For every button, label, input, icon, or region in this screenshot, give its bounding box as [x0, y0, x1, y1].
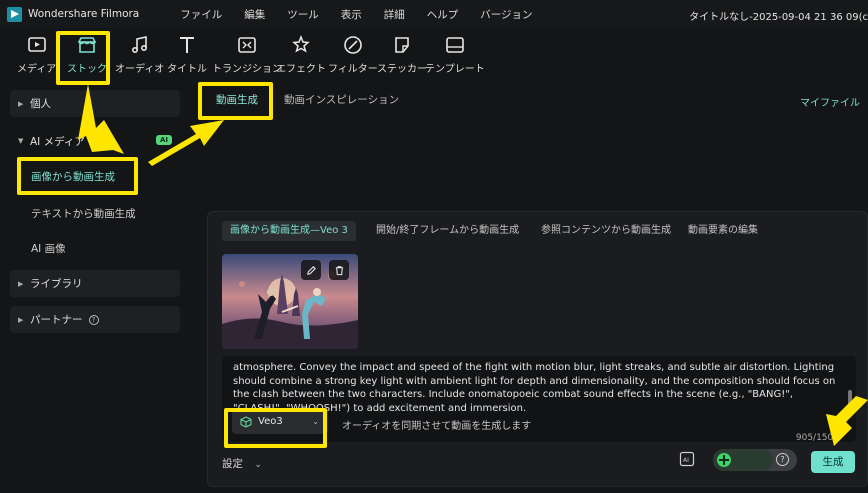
highlight-box-image-to-video	[17, 157, 138, 195]
caret-down-icon: ▼	[18, 137, 24, 145]
sidebar-item-ai-image[interactable]: AI 画像	[31, 241, 66, 256]
highlight-box-model-select	[224, 408, 327, 448]
menu-file[interactable]: ファイル	[169, 7, 233, 22]
sidebar-section-partner[interactable]: ▶ パートナー ?	[10, 306, 180, 333]
toolbar-template-button[interactable]: テンプレート	[425, 34, 485, 75]
sticker-icon	[395, 37, 409, 53]
settings-dropdown[interactable]: 設定 ⌄	[222, 456, 262, 471]
caret-right-icon: ▶	[18, 315, 24, 324]
edit-image-button[interactable]	[301, 260, 321, 280]
gen-tab-edit-video-elements[interactable]: 動画要素の編集	[680, 221, 766, 241]
menu-advanced[interactable]: 詳細	[373, 7, 416, 22]
ai-badge: AI	[155, 135, 172, 145]
sidebar-section-personal[interactable]: ▶ 個人	[10, 90, 180, 117]
app-name: Wondershare Filmora	[28, 8, 140, 20]
toolbar-sticker-button[interactable]: ステッカー	[377, 34, 427, 75]
my-files-link[interactable]: マイファイル	[800, 94, 860, 109]
chevron-down-icon: ⌄	[254, 460, 262, 470]
sidebar-section-library[interactable]: ▶ ライブラリ	[10, 270, 180, 297]
effects-star-icon	[292, 34, 310, 53]
template-icon	[446, 37, 464, 53]
caret-right-icon: ▶	[18, 279, 24, 288]
menu-help[interactable]: ヘルプ	[416, 7, 470, 22]
help-icon[interactable]: ?	[88, 314, 99, 325]
toolbar-transition-button[interactable]: トランジション	[212, 34, 282, 75]
help-icon[interactable]: ?	[776, 453, 789, 466]
highlight-box-stock	[56, 31, 110, 85]
content-tabs: 動画生成 動画インスピレーション マイファイル	[196, 82, 868, 118]
toolbar-title-button[interactable]: タイトル	[167, 34, 207, 75]
toolbar-effects-button[interactable]: エフェクト	[276, 34, 326, 75]
highlight-box-video-generation-tab	[198, 82, 273, 120]
toolbar-audio-button[interactable]: オーディオ	[115, 34, 164, 75]
ai-option-button[interactable]: AI	[679, 451, 695, 470]
menu-version[interactable]: バージョン	[469, 7, 543, 22]
transition-icon	[238, 37, 256, 53]
prompt-scrollbar[interactable]	[848, 390, 852, 410]
music-note-icon	[131, 36, 147, 54]
project-title: タイトルなし-2025-09-04 21 36 09(c	[689, 12, 868, 23]
gen-tab-reference-content[interactable]: 参照コンテンツから動画生成	[533, 221, 679, 241]
toolbar-filter-button[interactable]: フィルター	[328, 34, 378, 75]
delete-image-button[interactable]	[329, 260, 349, 280]
menu-edit[interactable]: 編集	[233, 7, 276, 22]
menu-bar: ファイル 編集 ツール 表示 詳細 ヘルプ バージョン	[169, 7, 543, 22]
title-t-icon	[180, 37, 194, 53]
toolbar-media-button[interactable]: メディア	[17, 34, 56, 75]
uploaded-image-thumbnail	[222, 254, 358, 349]
menu-view[interactable]: 表示	[330, 7, 373, 22]
generate-button[interactable]: 生成	[811, 451, 855, 473]
filter-icon	[344, 36, 362, 54]
tab-video-inspiration[interactable]: 動画インスピレーション	[284, 92, 399, 107]
main-toolbar: メディア ストック オーディオ タイトル トランジション エフェクト フィルター…	[0, 28, 868, 82]
svg-text:AI: AI	[683, 457, 689, 464]
sidebar-section-ai-media[interactable]: ▼ AI メディア AI	[10, 132, 180, 150]
sidebar-item-text-to-video[interactable]: テキストから動画生成	[31, 206, 136, 221]
audio-sync-hint: オーディオを同期させて動画を生成します	[342, 421, 532, 432]
filmora-logo-icon	[7, 6, 22, 22]
gen-tab-start-end-frame[interactable]: 開始/終了フレームから動画生成	[368, 221, 527, 241]
ai-image-icon: AI	[679, 451, 695, 467]
media-icon	[27, 37, 46, 52]
trash-icon	[335, 265, 343, 275]
title-bar: Wondershare Filmora ファイル 編集 ツール 表示 詳細 ヘル…	[0, 0, 868, 28]
pencil-icon	[306, 265, 316, 275]
character-counter: 905/1500	[795, 433, 839, 443]
gen-tab-image-to-video-veo3[interactable]: 画像から動画生成—Veo 3	[222, 221, 356, 241]
menu-tools[interactable]: ツール	[276, 7, 330, 22]
caret-right-icon: ▶	[18, 99, 24, 108]
left-panel: ▶ 個人 ▼ AI メディア AI 画像から動画生成 テキストから動画生成 AI…	[0, 82, 195, 493]
credits-pill[interactable]: ?	[713, 449, 797, 471]
